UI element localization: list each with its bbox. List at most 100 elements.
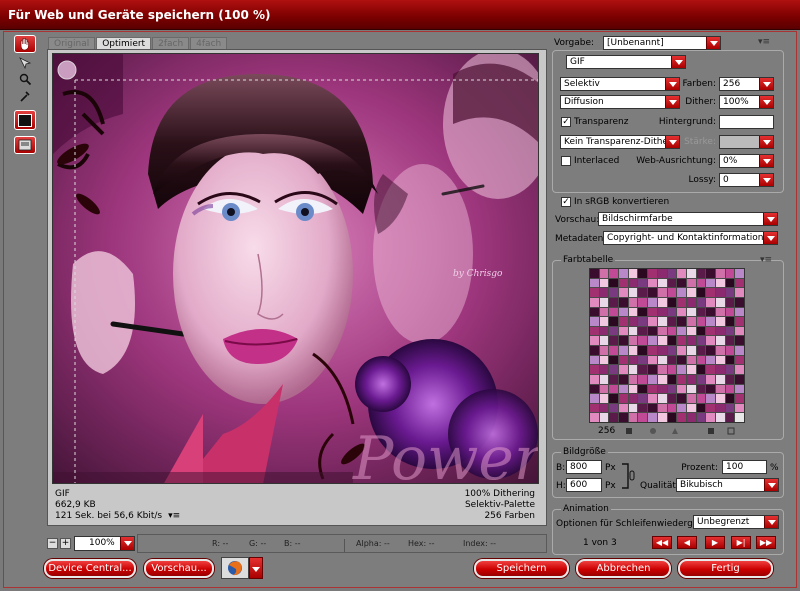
palette-swatch[interactable] (590, 278, 599, 288)
palette-swatch[interactable] (667, 413, 677, 422)
palette-swatch[interactable] (619, 336, 628, 345)
palette-swatch[interactable] (725, 413, 735, 422)
palette-swatch[interactable] (590, 317, 599, 326)
palette-swatch[interactable] (667, 336, 677, 345)
palette-swatch[interactable] (648, 297, 657, 307)
palette-swatch[interactable] (628, 413, 638, 422)
palette-swatch[interactable] (677, 307, 686, 317)
palette-swatch[interactable] (609, 278, 619, 288)
palette-swatch[interactable] (677, 374, 686, 384)
height-field[interactable]: 600 (566, 478, 602, 492)
palette-swatch[interactable] (735, 269, 744, 278)
palette-swatch[interactable] (686, 394, 696, 403)
palette-swatch[interactable] (696, 336, 706, 345)
palette-swatch[interactable] (715, 278, 725, 288)
palette-swatch[interactable] (648, 384, 657, 394)
palette-swatch[interactable] (677, 317, 686, 326)
palette-swatch[interactable] (677, 384, 686, 394)
palette-swatch[interactable] (725, 403, 735, 413)
palette-swatch[interactable] (638, 336, 648, 345)
palette-swatch[interactable] (657, 365, 667, 374)
palette-swatch[interactable] (599, 288, 609, 297)
palette-swatch[interactable] (667, 403, 677, 413)
palette-swatch[interactable] (696, 326, 706, 336)
palette-swatch[interactable] (696, 413, 706, 422)
palette-swatch[interactable] (725, 269, 735, 278)
color-table-grid[interactable] (589, 268, 745, 423)
palette-swatch[interactable] (686, 403, 696, 413)
palette-swatch[interactable] (715, 326, 725, 336)
dither-algorithm-select[interactable]: Diffusion (560, 95, 680, 109)
palette-swatch[interactable] (686, 413, 696, 422)
matte-color-field[interactable] (719, 115, 774, 129)
palette-swatch[interactable] (715, 384, 725, 394)
color-table-menu-icon[interactable]: ▾≡ (760, 255, 772, 265)
palette-swatch[interactable] (706, 403, 715, 413)
palette-swatch[interactable] (628, 336, 638, 345)
transparency-dither-select[interactable]: Kein Transparenz-Dither (560, 135, 680, 149)
palette-swatch[interactable] (599, 374, 609, 384)
palette-swatch[interactable] (599, 278, 609, 288)
palette-swatch[interactable] (599, 355, 609, 365)
palette-swatch[interactable] (648, 317, 657, 326)
palette-swatch[interactable] (696, 307, 706, 317)
palette-swatch[interactable] (657, 278, 667, 288)
palette-swatch[interactable] (638, 365, 648, 374)
palette-swatch[interactable] (686, 307, 696, 317)
tab-optimiert[interactable]: Optimiert (96, 37, 152, 49)
palette-swatch[interactable] (686, 336, 696, 345)
palette-swatch[interactable] (619, 278, 628, 288)
palette-swatch[interactable] (590, 269, 599, 278)
palette-swatch[interactable] (725, 355, 735, 365)
palette-swatch[interactable] (667, 317, 677, 326)
palette-swatch[interactable] (638, 288, 648, 297)
palette-swatch[interactable] (599, 346, 609, 355)
palette-swatch[interactable] (590, 297, 599, 307)
dither-amount-select[interactable]: 100% (719, 95, 774, 109)
done-button[interactable]: Fertig (678, 559, 773, 578)
palette-swatch[interactable] (725, 346, 735, 355)
palette-swatch[interactable] (599, 365, 609, 374)
palette-swatch[interactable] (725, 394, 735, 403)
palette-swatch[interactable] (599, 317, 609, 326)
palette-swatch[interactable] (677, 288, 686, 297)
palette-swatch[interactable] (735, 403, 744, 413)
palette-swatch[interactable] (677, 394, 686, 403)
palette-swatch[interactable] (686, 278, 696, 288)
palette-swatch[interactable] (609, 403, 619, 413)
palette-swatch[interactable] (628, 365, 638, 374)
palette-swatch[interactable] (628, 355, 638, 365)
palette-swatch[interactable] (715, 346, 725, 355)
cancel-button[interactable]: Abbrechen (576, 559, 671, 578)
palette-swatch[interactable] (619, 317, 628, 326)
palette-swatch[interactable] (706, 365, 715, 374)
palette-swatch[interactable] (609, 317, 619, 326)
palette-swatch[interactable] (706, 326, 715, 336)
palette-swatch[interactable] (609, 336, 619, 345)
palette-swatch[interactable] (590, 307, 599, 317)
palette-swatch[interactable] (638, 269, 648, 278)
palette-swatch[interactable] (599, 336, 609, 345)
colors-select[interactable]: 256 (719, 77, 774, 91)
map-transparent-icon[interactable] (626, 428, 632, 434)
palette-swatch[interactable] (677, 326, 686, 336)
palette-swatch[interactable] (715, 355, 725, 365)
palette-swatch[interactable] (619, 326, 628, 336)
palette-swatch[interactable] (657, 336, 667, 345)
palette-swatch[interactable] (715, 394, 725, 403)
palette-swatch[interactable] (667, 278, 677, 288)
palette-swatch[interactable] (638, 307, 648, 317)
palette-swatch[interactable] (638, 384, 648, 394)
quality-select[interactable]: Bikubisch (676, 478, 779, 492)
palette-swatch[interactable] (599, 307, 609, 317)
optimized-image-preview[interactable]: Power by Chrisgo (52, 53, 539, 484)
palette-swatch[interactable] (648, 278, 657, 288)
palette-swatch[interactable] (706, 394, 715, 403)
palette-swatch[interactable] (590, 346, 599, 355)
browser-select-dropdown[interactable] (249, 557, 263, 579)
palette-swatch[interactable] (725, 307, 735, 317)
palette-swatch[interactable] (638, 403, 648, 413)
preset-select[interactable]: [Unbenannt] (603, 36, 721, 50)
palette-swatch[interactable] (696, 278, 706, 288)
palette-swatch[interactable] (667, 346, 677, 355)
